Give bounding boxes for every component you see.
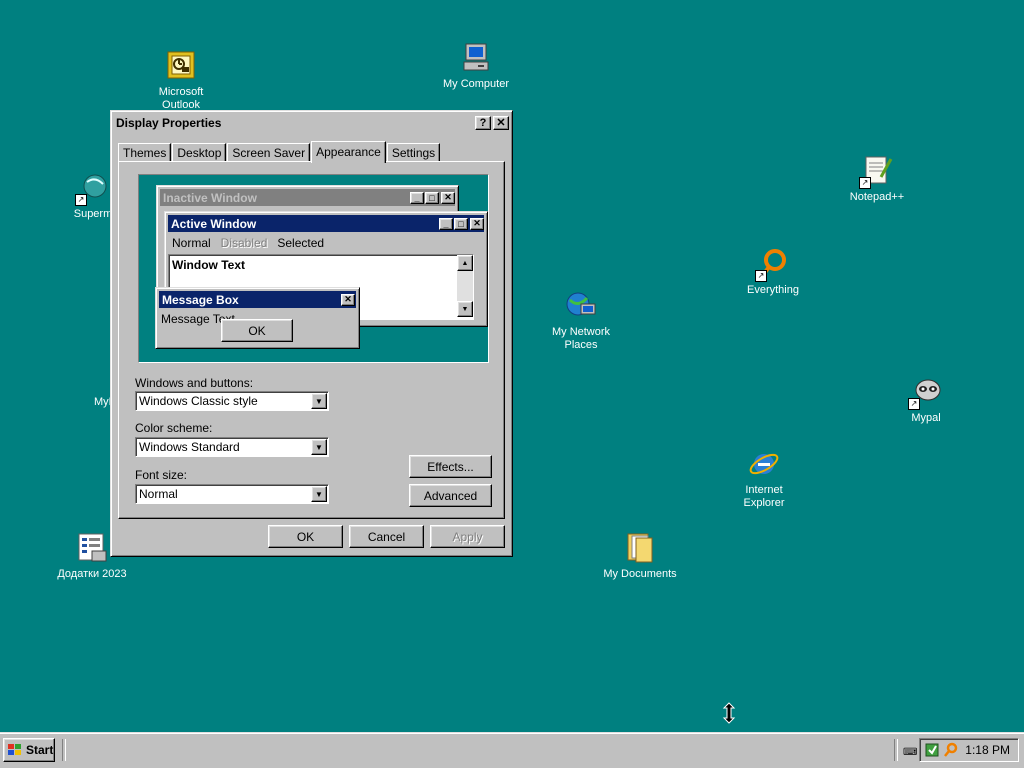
close-button[interactable]: ✕	[493, 116, 509, 130]
minimize-icon: _	[410, 191, 424, 204]
color-scheme-label: Color scheme:	[135, 421, 213, 435]
desktop-icon-notepadpp[interactable]: ↗ Notepad++	[832, 155, 922, 204]
preview-menu-disabled: Disabled	[220, 236, 268, 250]
cancel-button[interactable]: Cancel	[349, 525, 424, 548]
desktop-icon-label: My Network Places	[551, 326, 611, 351]
desktop-icon-label: My Computer	[442, 78, 510, 90]
preview-menu-normal: Normal	[172, 236, 211, 250]
document-list-icon	[76, 532, 108, 564]
chevron-down-icon[interactable]: ▼	[311, 486, 327, 502]
preview-scrollbar: ▲ ▼	[457, 255, 473, 317]
scroll-up-icon: ▲	[457, 255, 473, 271]
scroll-down-icon: ▼	[457, 301, 473, 317]
desktop-icon-label: Everything	[747, 284, 799, 296]
tab-themes[interactable]: Themes	[118, 143, 172, 162]
chevron-down-icon[interactable]: ▼	[311, 439, 327, 455]
shortcut-arrow-icon: ↗	[75, 194, 87, 206]
desktop-icon-everything[interactable]: ↗ Everything	[728, 248, 818, 297]
preview-menu-bar: Normal Disabled Selected	[172, 236, 324, 250]
preview-msgbox-title-bar: Message Box ✕	[159, 291, 356, 308]
preview-message-box: Message Box ✕ Message Text OK	[155, 287, 360, 349]
close-icon: ✕	[341, 293, 355, 306]
maximize-icon: □	[425, 191, 439, 204]
window-title: Display Properties	[116, 116, 222, 130]
ok-button[interactable]: OK	[268, 525, 343, 548]
tab-strip: Themes Desktop Screen Saver Appearance S…	[118, 140, 441, 163]
help-button[interactable]: ?	[475, 116, 491, 130]
resize-cursor-icon	[722, 702, 736, 724]
app-globe-icon: ↗	[75, 172, 109, 206]
network-places-icon	[565, 290, 597, 322]
appearance-preview: Inactive Window _ □ ✕ Active Window _ □ …	[138, 174, 489, 363]
start-label: Start	[26, 743, 54, 757]
windows-buttons-value: Windows Classic style	[139, 394, 258, 408]
mypal-raccoon-icon: ↗	[908, 376, 942, 410]
tab-screen-saver[interactable]: Screen Saver	[227, 143, 311, 162]
advanced-button[interactable]: Advanced	[409, 484, 492, 507]
taskbar-separator	[894, 739, 898, 761]
internet-explorer-icon	[748, 448, 780, 480]
shortcut-arrow-icon: ↗	[859, 177, 871, 189]
preview-inactive-title: Inactive Window	[163, 190, 257, 205]
close-icon: ✕	[496, 117, 506, 129]
start-button[interactable]: Start	[3, 738, 55, 762]
minimize-icon: _	[439, 217, 453, 230]
windows-buttons-label: Windows and buttons:	[135, 376, 254, 390]
preview-msgbox-title: Message Box	[162, 292, 239, 307]
appearance-panel: Inactive Window _ □ ✕ Active Window _ □ …	[118, 161, 505, 519]
windows-logo-icon	[7, 743, 23, 757]
desktop-icon-label: My Documents	[603, 568, 677, 580]
taskbar: Start ⌨ 1:18 PM	[0, 732, 1024, 768]
desktop-icon-label: Internet Explorer	[743, 484, 785, 509]
desktop-icon-label: Microsoft Outlook	[158, 86, 204, 111]
desktop-icon-my-documents[interactable]: My Documents	[595, 532, 685, 581]
tray-app-icon[interactable]	[924, 742, 940, 758]
desktop-icon-internet-explorer[interactable]: Internet Explorer	[719, 448, 809, 510]
computer-icon	[460, 42, 492, 74]
display-properties-window: Display Properties ? ✕ Themes Desktop Sc…	[110, 110, 513, 557]
color-scheme-select[interactable]: Windows Standard ▼	[135, 437, 329, 457]
font-size-value: Normal	[139, 487, 178, 501]
taskbar-separator	[62, 739, 66, 761]
clock[interactable]: 1:18 PM	[965, 743, 1010, 757]
preview-menu-selected: Selected	[277, 236, 325, 250]
tab-appearance[interactable]: Appearance	[311, 141, 386, 163]
keyboard-icon[interactable]: ⌨	[903, 747, 917, 758]
desktop-icon-my-computer[interactable]: My Computer	[431, 42, 521, 91]
color-scheme-value: Windows Standard	[139, 440, 240, 454]
maximize-icon: □	[454, 217, 468, 230]
desktop-icon-label: Додатки 2023	[57, 568, 127, 580]
windows-buttons-select[interactable]: Windows Classic style ▼	[135, 391, 329, 411]
tab-desktop[interactable]: Desktop	[172, 143, 227, 162]
desktop-icon-label: Mypal	[911, 412, 941, 424]
desktop-icon-label: Notepad++	[849, 191, 905, 203]
shortcut-arrow-icon: ↗	[908, 398, 920, 410]
desktop-icon-outlook[interactable]: Microsoft Outlook	[136, 50, 226, 112]
effects-button[interactable]: Effects...	[409, 455, 492, 478]
preview-inactive-title-bar: Inactive Window _ □ ✕	[160, 189, 455, 206]
desktop-icon-network-places[interactable]: My Network Places	[536, 290, 626, 352]
notepadpp-icon: ↗	[859, 155, 893, 189]
close-icon: ✕	[441, 191, 455, 204]
folder-documents-icon	[624, 532, 656, 564]
preview-active-title-bar: Active Window _ □ ✕	[168, 215, 484, 232]
font-size-label: Font size:	[135, 468, 188, 482]
font-size-select[interactable]: Normal ▼	[135, 484, 329, 504]
preview-window-text: Window Text	[172, 258, 245, 272]
preview-active-title: Active Window	[171, 216, 257, 231]
title-bar[interactable]: Display Properties ? ✕	[114, 114, 509, 132]
apply-button[interactable]: Apply	[430, 525, 505, 548]
shortcut-arrow-icon: ↗	[755, 270, 767, 282]
desktop-icon-mypal[interactable]: ↗ Mypal	[881, 376, 971, 425]
preview-msgbox-ok: OK	[221, 319, 293, 342]
everything-tray-icon[interactable]	[942, 742, 958, 758]
outlook-icon	[165, 50, 197, 82]
chevron-down-icon[interactable]: ▼	[311, 393, 327, 409]
close-icon: ✕	[470, 217, 484, 230]
everything-icon: ↗	[755, 248, 789, 282]
system-tray: 1:18 PM	[919, 738, 1019, 762]
tab-settings[interactable]: Settings	[386, 143, 441, 162]
